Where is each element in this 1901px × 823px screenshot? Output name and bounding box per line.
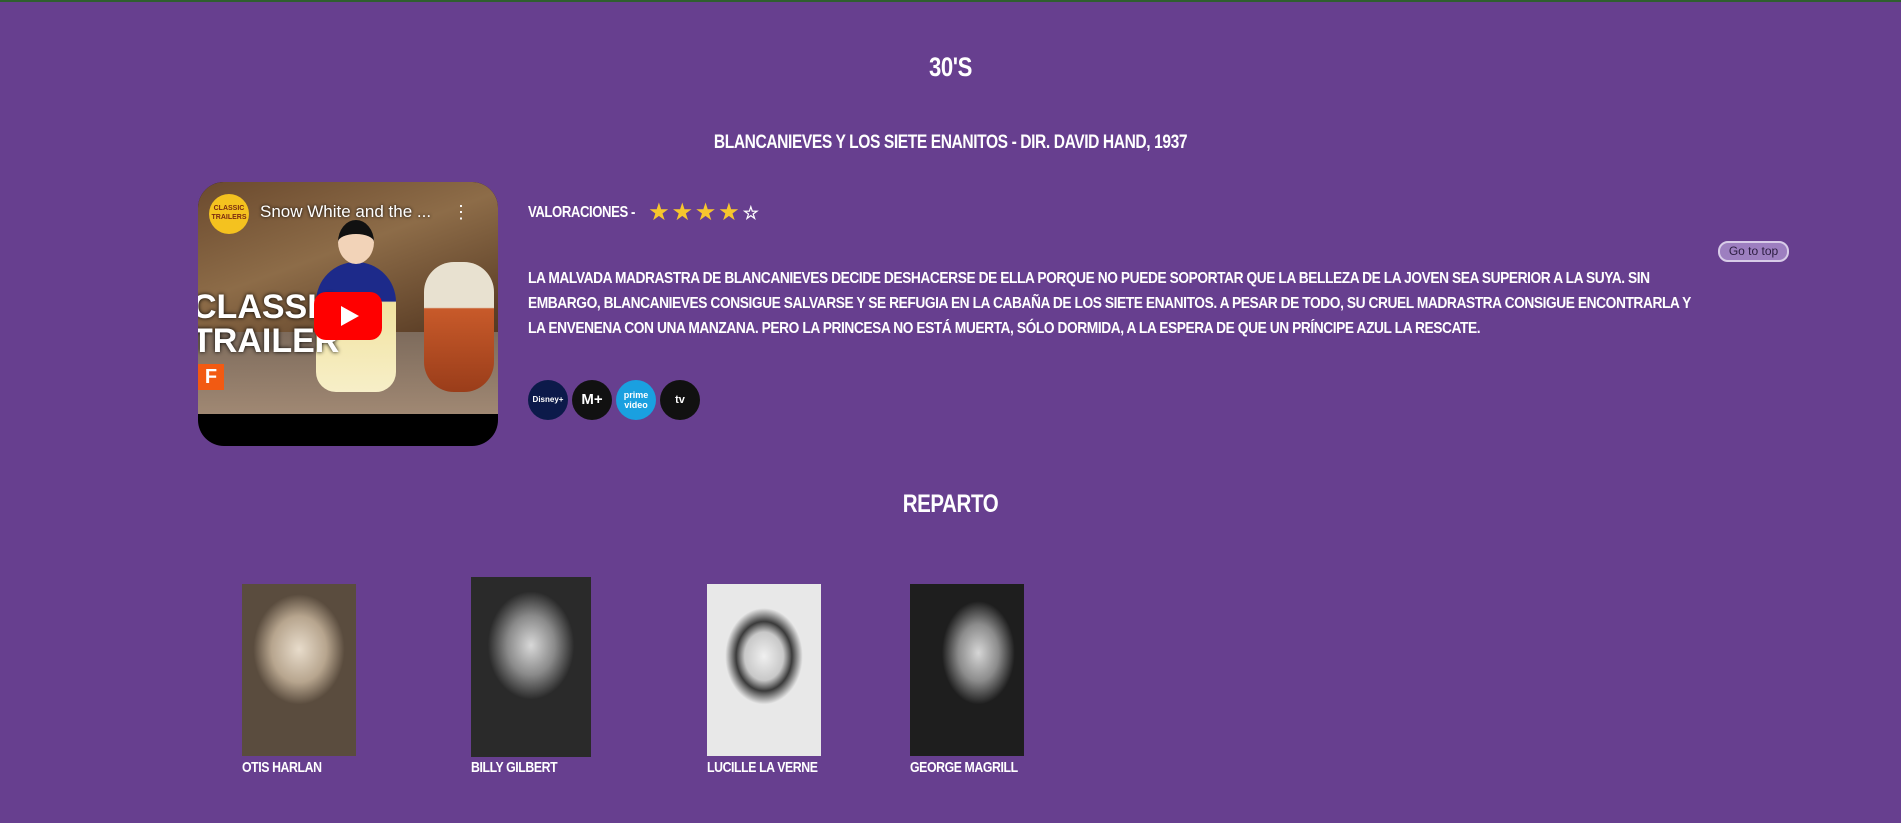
movistar-plus-icon[interactable]: M+	[572, 380, 612, 420]
star-icon: ★	[719, 201, 738, 224]
trailer-video-player[interactable]: CLASSIC TRAILERS Snow White and the ... …	[198, 182, 498, 446]
ratings-row: VALORACIONES - ★ ★ ★ ★ ☆	[528, 201, 759, 224]
streaming-platforms: Disney+ M+ prime video tv	[528, 380, 700, 420]
go-to-top-button[interactable]: Go to top	[1718, 241, 1789, 262]
cast-title: REPARTO	[902, 490, 999, 518]
cast-photo	[707, 584, 821, 756]
cast-name: BILLY GILBERT	[471, 759, 558, 776]
thumbnail-figure-head	[338, 220, 374, 264]
cast-photo	[471, 577, 591, 757]
cast-photo	[242, 584, 356, 756]
thumbnail-dwarf	[424, 262, 494, 392]
movie-title: BLANCANIEVES Y LOS SIETE ENANITOS - DIR.…	[713, 132, 1188, 153]
fandango-logo-icon: F	[198, 364, 224, 390]
apple-tv-label: tv	[675, 394, 685, 406]
star-empty-icon: ☆	[742, 202, 759, 223]
star-icon: ★	[672, 201, 692, 224]
channel-avatar[interactable]: CLASSIC TRAILERS	[209, 194, 249, 234]
apple-tv-icon[interactable]: tv	[660, 380, 700, 420]
cast-name: LUCILLE LA VERNE	[707, 759, 818, 776]
cast-card: GEORGE MAGRILL	[910, 584, 1024, 776]
decade-title: 30'S	[928, 52, 973, 82]
video-title[interactable]: Snow White and the ...	[260, 202, 431, 222]
cast-card: LUCILLE LA VERNE	[707, 584, 821, 776]
ratings-label: VALORACIONES -	[528, 203, 635, 221]
menu-dots-icon[interactable]: ⋮	[452, 202, 470, 223]
cast-photo	[910, 584, 1024, 756]
cast-name: GEORGE MAGRILL	[910, 759, 1018, 776]
cast-card: BILLY GILBERT	[471, 577, 591, 776]
prime-video-icon[interactable]: prime video	[616, 380, 656, 420]
cast-card: OTIS HARLAN	[242, 584, 356, 776]
synopsis: LA MALVADA MADRASTRA DE BLANCANIEVES DEC…	[528, 270, 1691, 337]
cast-name: OTIS HARLAN	[242, 759, 322, 776]
thumbnail-overlay-text: CLASSIC TRAILER	[198, 288, 342, 360]
star-icon: ★	[696, 201, 715, 224]
disney-plus-icon[interactable]: Disney+	[528, 380, 568, 420]
play-icon[interactable]	[314, 292, 382, 340]
star-icon: ★	[649, 201, 668, 224]
